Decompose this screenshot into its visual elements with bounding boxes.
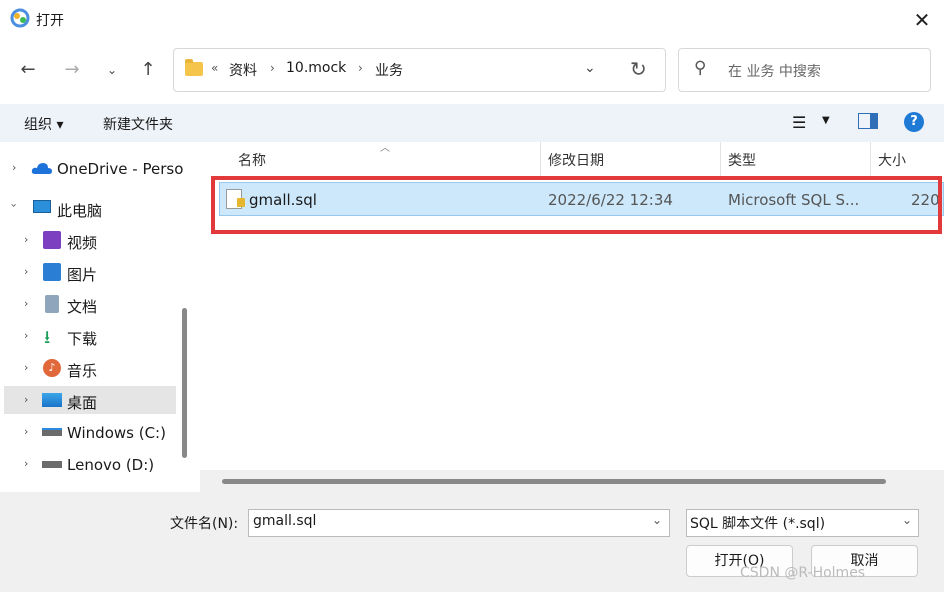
collapse-chevron-icon[interactable]: › — [8, 203, 21, 207]
filename-dropdown-icon[interactable]: ⌄ — [652, 513, 662, 527]
nav-item-onedrive[interactable]: OneDrive - Perso — [57, 160, 183, 178]
nav-item-music[interactable]: 音乐 — [67, 360, 97, 381]
help-icon[interactable]: ? — [904, 112, 924, 132]
up-arrow-icon[interactable]: ↑ — [134, 56, 162, 84]
desktop-icon — [42, 393, 62, 407]
organize-menu-button[interactable]: 组织 ▾ — [24, 114, 63, 134]
preview-pane-icon[interactable] — [858, 113, 878, 129]
forward-arrow-icon[interactable]: → — [58, 56, 86, 84]
nav-item-windows-c[interactable]: Windows (C:) — [67, 424, 166, 442]
downloads-arrow-icon: ⭳ — [44, 327, 51, 348]
column-header-name[interactable]: 名称 — [238, 150, 266, 170]
column-divider[interactable] — [870, 142, 871, 176]
breadcrumb-separator[interactable]: › — [270, 61, 275, 75]
column-divider[interactable] — [720, 142, 721, 176]
nav-item-downloads[interactable]: 下载 — [67, 328, 97, 349]
nav-item-desktop[interactable]: 桌面 — [67, 392, 97, 413]
view-list-icon[interactable]: ☰ — [792, 113, 806, 132]
filetype-value[interactable]: SQL 脚本文件 (*.sql) — [690, 513, 825, 533]
refresh-icon[interactable]: ↻ — [630, 57, 647, 81]
search-icon: ⚲ — [694, 58, 707, 78]
nav-item-videos[interactable]: 视频 — [67, 232, 97, 253]
pictures-icon — [43, 263, 61, 281]
computer-icon — [33, 200, 51, 213]
nav-item-documents[interactable]: 文档 — [67, 296, 97, 317]
annotation-highlight-box — [211, 176, 942, 234]
nav-scrollbar[interactable] — [182, 308, 187, 458]
nav-item-this-pc[interactable]: 此电脑 — [57, 200, 102, 221]
file-list-scrollbar-thumb[interactable] — [222, 479, 886, 484]
videos-icon — [43, 231, 61, 249]
expand-chevron-icon[interactable]: › — [24, 457, 28, 470]
expand-chevron-icon[interactable]: › — [24, 393, 28, 406]
breadcrumb-item[interactable]: 10.mock — [286, 60, 346, 76]
expand-chevron-icon[interactable]: › — [24, 361, 28, 374]
search-input[interactable]: 在 业务 中搜索 — [728, 61, 821, 81]
new-folder-button[interactable]: 新建文件夹 — [103, 114, 173, 134]
breadcrumb-item[interactable]: 资料 — [229, 60, 257, 80]
filename-label: 文件名(N): — [170, 516, 239, 532]
expand-chevron-icon[interactable]: › — [24, 329, 28, 342]
filename-value[interactable]: gmall.sql — [253, 513, 316, 529]
breadcrumb-separator[interactable]: › — [358, 61, 363, 75]
window-title: 打开 — [36, 13, 64, 29]
back-arrow-icon[interactable]: ← — [14, 56, 42, 84]
documents-icon — [45, 295, 59, 313]
filetype-dropdown-icon[interactable]: ⌄ — [902, 513, 912, 527]
expand-chevron-icon[interactable]: › — [24, 297, 28, 310]
title-bar — [0, 0, 944, 40]
nav-item-pictures[interactable]: 图片 — [67, 264, 97, 285]
onedrive-cloud-icon — [31, 163, 52, 174]
breadcrumb-item[interactable]: 业务 — [375, 60, 403, 80]
nav-item-lenovo-d[interactable]: Lenovo (D:) — [67, 456, 154, 474]
column-header-size[interactable]: 大小 — [878, 150, 906, 170]
drive-icon — [42, 428, 62, 436]
close-icon[interactable]: ✕ — [904, 4, 940, 36]
sort-ascending-icon: ︿ — [380, 143, 390, 154]
column-header-type[interactable]: 类型 — [728, 150, 756, 170]
music-note-icon: ♪ — [43, 359, 61, 377]
view-dropdown-icon[interactable]: ▼ — [822, 115, 830, 126]
address-dropdown-icon[interactable]: ⌄ — [584, 60, 596, 76]
breadcrumb-overflow[interactable]: « — [211, 61, 218, 75]
column-divider[interactable] — [540, 142, 541, 176]
app-icon — [10, 8, 30, 28]
folder-icon — [185, 59, 203, 76]
expand-chevron-icon[interactable]: › — [12, 161, 16, 174]
watermark: CSDN @R-Holmes — [740, 565, 866, 581]
column-header-modified[interactable]: 修改日期 — [548, 150, 604, 170]
recent-locations-chevron-icon[interactable]: ⌄ — [98, 56, 126, 84]
expand-chevron-icon[interactable]: › — [24, 425, 28, 438]
expand-chevron-icon[interactable]: › — [24, 265, 28, 278]
drive-icon — [42, 461, 62, 468]
expand-chevron-icon[interactable]: › — [24, 233, 28, 246]
